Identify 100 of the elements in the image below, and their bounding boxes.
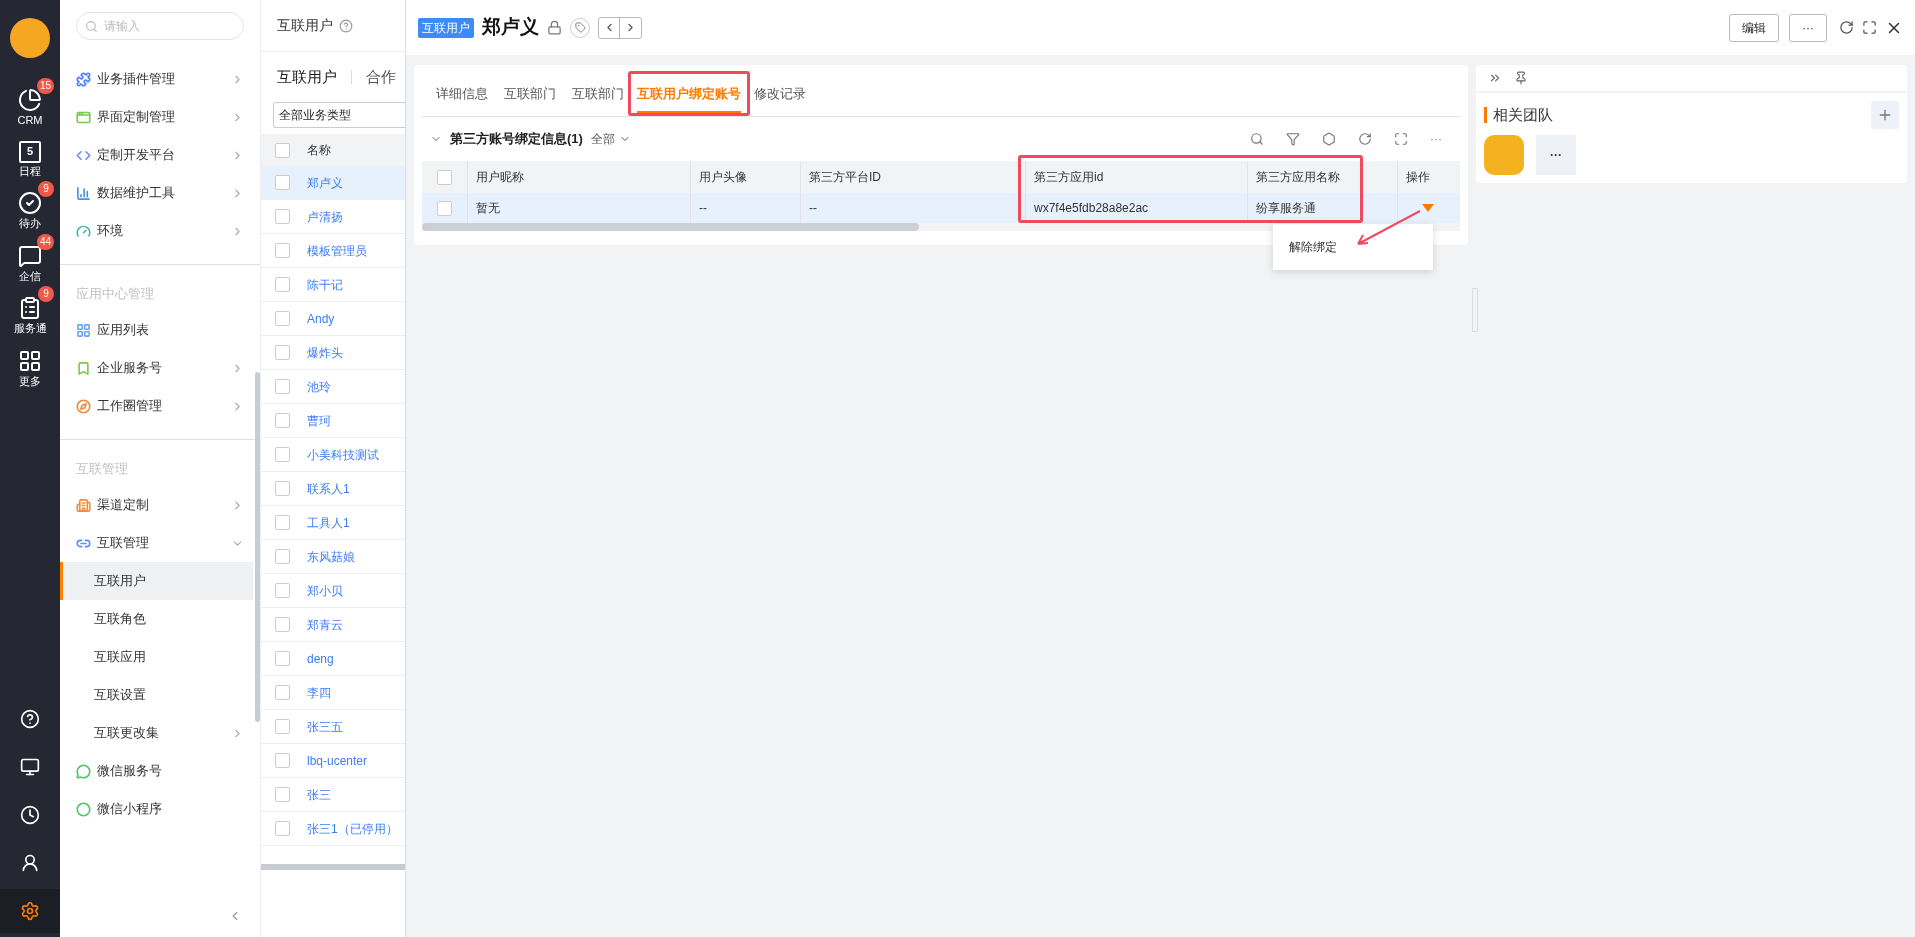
checkbox[interactable]: [437, 200, 452, 216]
user-link[interactable]: 东风菇娘: [303, 547, 355, 566]
checkbox[interactable]: [274, 311, 290, 326]
checkbox[interactable]: [274, 379, 290, 394]
resize-handle[interactable]: [1472, 288, 1478, 332]
app-icon[interactable]: [18, 348, 42, 373]
edit-button[interactable]: 编辑: [1729, 13, 1779, 42]
menu-item[interactable]: 解除绑定: [1273, 230, 1433, 264]
fullscreen-icon[interactable]: [1862, 20, 1877, 35]
more-members-button[interactable]: ···: [1536, 135, 1576, 175]
table-row[interactable]: 暂无 -- -- wx7f4e5fdb28a8e2ac 纷享服务通: [422, 193, 1460, 223]
rail-label[interactable]: CRM: [17, 112, 43, 129]
checkbox[interactable]: [274, 447, 290, 462]
user-link[interactable]: deng: [303, 649, 334, 668]
rail-label[interactable]: 服务通: [13, 320, 47, 337]
checkbox[interactable]: [274, 413, 290, 428]
pin-icon[interactable]: [1514, 71, 1528, 85]
user-link[interactable]: 李四: [303, 683, 331, 702]
checkbox[interactable]: [274, 549, 290, 564]
user-link[interactable]: 曹珂: [303, 411, 331, 430]
member-avatar[interactable]: [1484, 135, 1524, 175]
user-link[interactable]: 郑青云: [303, 615, 343, 634]
nav-item[interactable]: 微信服务号: [60, 752, 253, 790]
nav-subitem[interactable]: 互联更改集: [60, 714, 253, 752]
app-icon[interactable]: [18, 191, 42, 215]
detail-tab[interactable]: 互联部门: [504, 83, 556, 113]
user-link[interactable]: 联系人1: [303, 479, 350, 498]
fullscreen-icon[interactable]: [1394, 132, 1408, 146]
checkbox[interactable]: [274, 243, 290, 258]
search-input[interactable]: 请输入: [104, 17, 235, 35]
user-link[interactable]: 爆炸头: [303, 343, 343, 362]
checkbox[interactable]: [274, 753, 290, 768]
checkbox[interactable]: [274, 515, 290, 530]
detail-tab[interactable]: 详细信息: [436, 83, 488, 113]
user-link[interactable]: 郑小贝: [303, 581, 343, 600]
rail-button[interactable]: [0, 889, 60, 933]
more-button[interactable]: ···: [1789, 13, 1827, 42]
nav-item[interactable]: 应用列表: [60, 311, 253, 349]
list-tab[interactable]: 合作: [366, 65, 396, 89]
checkbox[interactable]: [274, 345, 290, 360]
user-link[interactable]: Andy: [303, 309, 335, 328]
detail-tab[interactable]: 互联用户绑定账号: [637, 83, 741, 113]
user-link[interactable]: 张三五: [303, 717, 343, 736]
nav-item[interactable]: 工作圈管理: [60, 387, 253, 425]
scope-filter[interactable]: 全部: [590, 130, 631, 148]
checkbox[interactable]: [274, 209, 290, 224]
user-link[interactable]: lbq-ucenter: [303, 751, 368, 770]
nav-subitem[interactable]: 互联应用: [60, 638, 253, 676]
app-icon[interactable]: [18, 296, 42, 320]
nav-item[interactable]: 界面定制管理: [60, 98, 253, 136]
refresh-icon[interactable]: [1839, 20, 1854, 35]
detail-tab[interactable]: 互联部门: [572, 83, 624, 113]
nav-item[interactable]: 微信小程序: [60, 790, 253, 828]
clock-icon[interactable]: [20, 805, 40, 825]
checkbox[interactable]: [274, 821, 290, 836]
expand-icon[interactable]: [1488, 71, 1502, 85]
user-link[interactable]: 张三: [303, 785, 331, 804]
scrollbar[interactable]: [255, 372, 260, 722]
monitor-icon[interactable]: [20, 757, 40, 777]
checkbox[interactable]: [274, 481, 290, 496]
nav-item[interactable]: 企业服务号: [60, 349, 253, 387]
nav-subitem[interactable]: 互联设置: [60, 676, 253, 714]
checkbox[interactable]: [274, 651, 290, 666]
nav-subitem[interactable]: 互联用户: [60, 562, 253, 600]
user-link[interactable]: 工具人1: [303, 513, 350, 532]
checkbox[interactable]: [274, 175, 290, 190]
nav-item[interactable]: 定制开发平台: [60, 136, 253, 174]
nav-item[interactable]: 数据维护工具: [60, 174, 253, 212]
checkbox[interactable]: [274, 617, 290, 632]
refresh-icon[interactable]: [1358, 132, 1372, 146]
user-link[interactable]: 池玲: [303, 377, 331, 396]
nav-item[interactable]: 互联管理: [60, 524, 253, 562]
rail-label[interactable]: 更多: [19, 372, 41, 389]
rail-label[interactable]: 企信: [19, 267, 41, 284]
checkbox[interactable]: [274, 685, 290, 700]
user-link[interactable]: 陈干记: [303, 275, 343, 294]
search-icon[interactable]: [1250, 132, 1264, 146]
scrollbar[interactable]: [422, 223, 919, 231]
checkbox[interactable]: [274, 787, 290, 802]
user-avatar[interactable]: [10, 18, 50, 58]
nav-item[interactable]: 业务插件管理: [60, 60, 253, 98]
rail-label[interactable]: 日程: [19, 162, 41, 179]
lock-icon[interactable]: [547, 20, 562, 35]
detail-tab[interactable]: 修改记录: [754, 83, 806, 113]
user-link[interactable]: 张三1（已停用）: [303, 819, 398, 838]
checkbox[interactable]: [274, 142, 290, 158]
list-tab[interactable]: 互联用户: [277, 65, 337, 89]
checkbox[interactable]: [274, 719, 290, 734]
checkbox[interactable]: [274, 277, 290, 292]
calendar-icon[interactable]: 5: [19, 140, 41, 163]
more-button[interactable]: ···: [1430, 130, 1442, 148]
table-row[interactable]: 郑卢义: [261, 166, 405, 200]
checkbox[interactable]: [274, 583, 290, 598]
app-icon[interactable]: [18, 88, 42, 112]
dropdown-caret-icon[interactable]: [1421, 204, 1434, 212]
user-link[interactable]: 模板管理员: [303, 241, 367, 260]
rail-label[interactable]: 待办: [19, 215, 41, 232]
nav-subitem[interactable]: 互联角色: [60, 600, 253, 638]
nav-item[interactable]: 环境: [60, 212, 253, 250]
filter-icon[interactable]: [1286, 132, 1300, 146]
